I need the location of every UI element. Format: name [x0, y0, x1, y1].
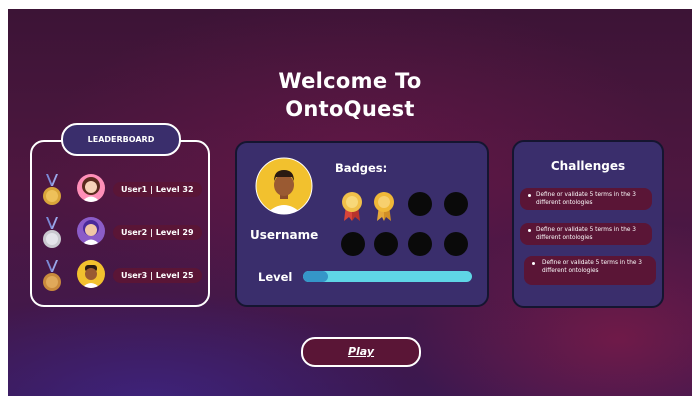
challenges-panel: Challenges Define or validate 5 terms in… — [512, 140, 664, 308]
page-title-line2: OntoQuest — [285, 97, 415, 121]
leaderboard-row: User3 | Level 25 — [32, 260, 232, 294]
award-ribbon-badge-icon — [342, 192, 362, 221]
locked-badge-slot — [374, 232, 398, 256]
locked-badge-slot — [408, 232, 432, 256]
level-label: Level — [258, 270, 293, 284]
silver-medal-icon — [43, 217, 61, 248]
leaderboard-entry-user1: User1 | Level 32 — [113, 182, 202, 197]
username-label: Username — [250, 228, 319, 242]
locked-badge-slot — [408, 192, 432, 216]
leaderboard-row: User1 | Level 32 — [32, 174, 232, 208]
profile-card: Username Badges: Level — [235, 141, 489, 307]
challenge-item[interactable]: Define or validate 5 terms in the 3 diff… — [520, 223, 652, 245]
challenge-item[interactable]: Define or validate 5 terms in the 3 diff… — [524, 256, 656, 285]
level-progress-bar — [303, 271, 472, 282]
locked-badge-slot — [444, 232, 468, 256]
locked-badge-slot — [444, 192, 468, 216]
user1-avatar — [77, 174, 105, 202]
leaderboard-entry-user3: User3 | Level 25 — [113, 268, 202, 283]
badges-heading: Badges: — [335, 161, 388, 175]
page-title-line1: Welcome To — [278, 69, 422, 93]
leaderboard-row: User2 | Level 29 — [32, 217, 232, 251]
challenge-item[interactable]: Define or validate 5 terms in the 3 diff… — [520, 188, 652, 210]
challenges-heading: Challenges — [550, 159, 626, 173]
bronze-medal-icon — [43, 260, 61, 291]
level-progress-fill — [303, 271, 329, 282]
leaderboard-label: LEADERBOARD — [61, 123, 181, 156]
leaderboard-panel: User1 | Level 32 User2 | Level 29 User3 … — [30, 140, 210, 307]
medal-badge-icon — [374, 192, 394, 221]
leaderboard-entry-user2: User2 | Level 29 — [113, 225, 202, 240]
play-button[interactable]: Play — [301, 337, 421, 367]
main-menu-screen: Welcome To OntoQuest User1 | Level 32 Us… — [8, 9, 692, 396]
user3-avatar — [77, 260, 105, 288]
gold-medal-icon — [43, 174, 61, 205]
user2-avatar — [77, 217, 105, 245]
locked-badge-slot — [341, 232, 365, 256]
user-avatar — [255, 157, 313, 215]
